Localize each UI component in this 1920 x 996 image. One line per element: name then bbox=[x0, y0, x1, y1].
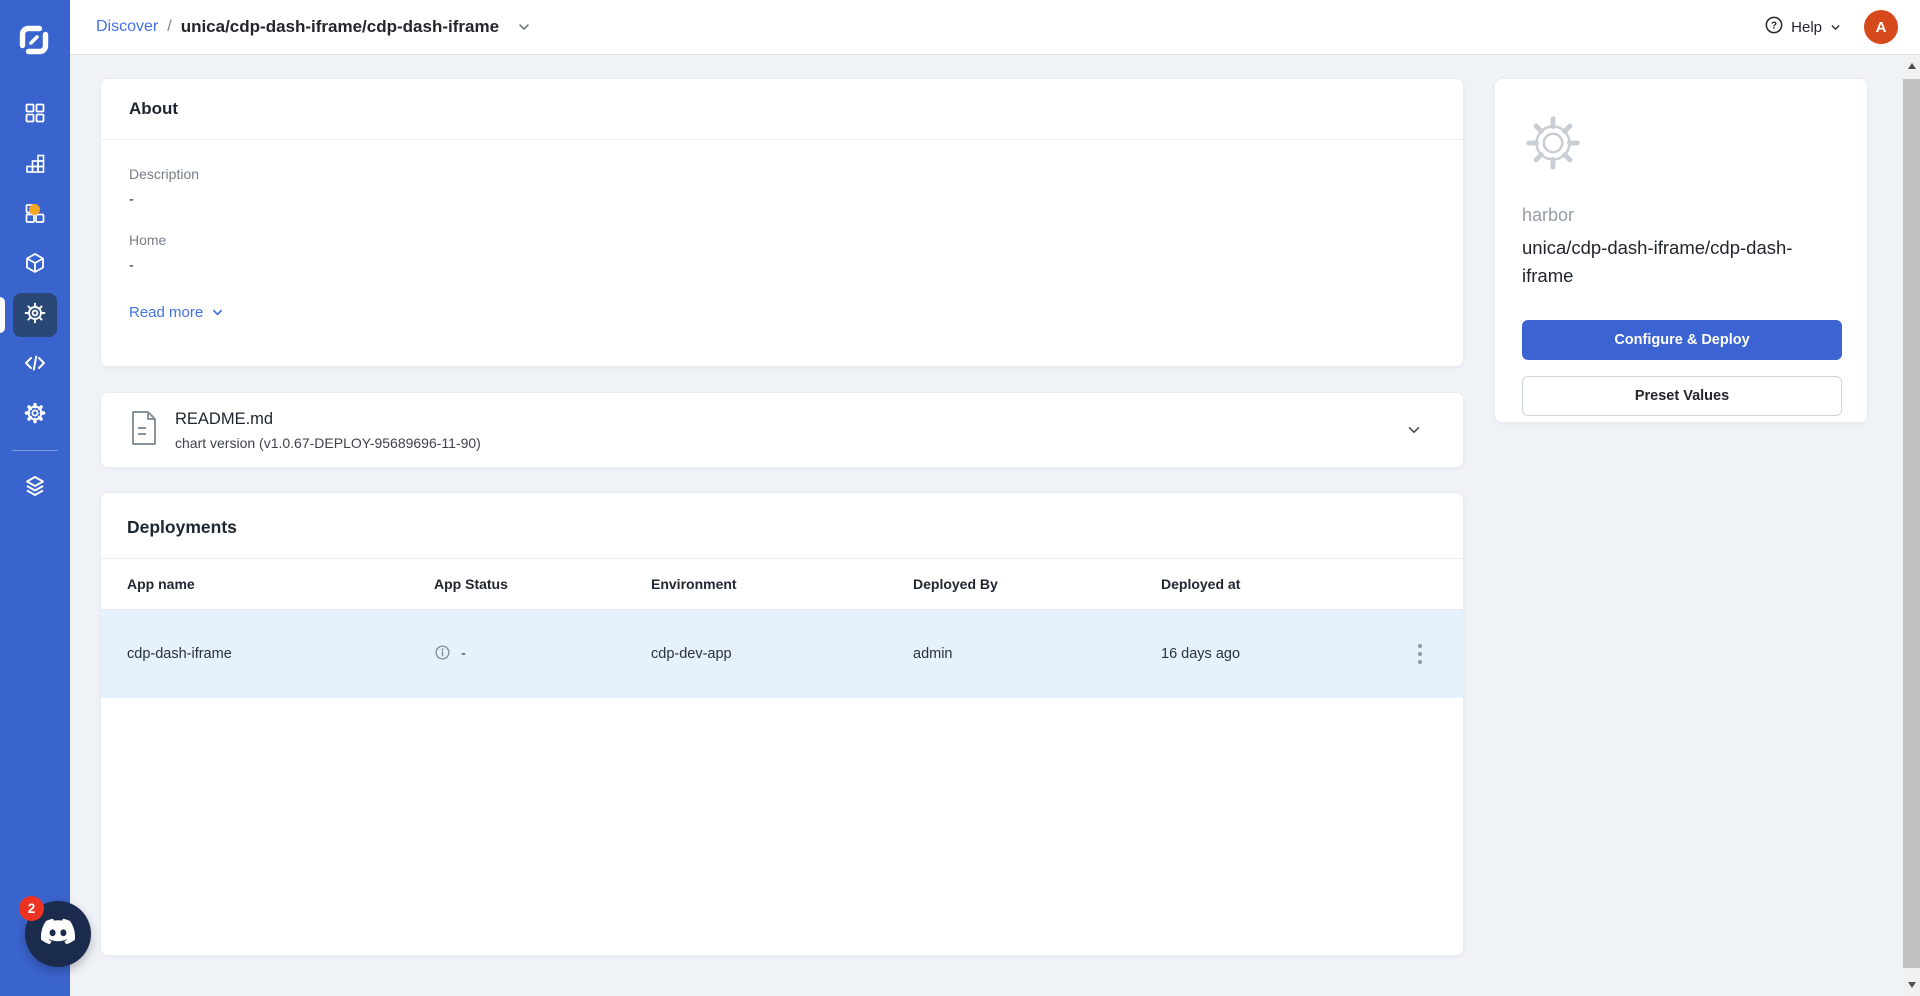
sidebar-item-app-store[interactable] bbox=[0, 190, 70, 240]
vertical-scrollbar bbox=[1903, 55, 1920, 996]
read-more-link[interactable]: Read more bbox=[129, 304, 225, 321]
row-app-status: - bbox=[461, 646, 466, 662]
chart-full-name: unica/cdp-dash-iframe/cdp-dash-iframe bbox=[1522, 234, 1840, 290]
sidebar-item-applications[interactable] bbox=[0, 90, 70, 140]
row-app-name: cdp-dash-iframe bbox=[127, 646, 434, 662]
readme-card[interactable]: README.md chart version (v1.0.67-DEPLOY-… bbox=[100, 392, 1464, 468]
scrollbar-up-button[interactable] bbox=[1903, 55, 1920, 77]
preset-values-button[interactable]: Preset Values bbox=[1522, 376, 1842, 416]
notification-dot bbox=[29, 204, 40, 215]
column-header-environment: Environment bbox=[651, 576, 913, 592]
breadcrumb: Discover / unica/cdp-dash-iframe/cdp-das… bbox=[96, 17, 532, 37]
table-row[interactable]: cdp-dash-iframe - cdp-dev-app admin 16 d… bbox=[101, 610, 1463, 698]
home-value: - bbox=[129, 258, 1435, 274]
sidebar-divider bbox=[12, 450, 58, 451]
sidebar-item-jobs[interactable] bbox=[0, 140, 70, 190]
row-actions-kebab-icon[interactable] bbox=[1410, 636, 1430, 672]
sidebar-item-chart-store[interactable] bbox=[0, 240, 70, 290]
chart-placeholder-gear-icon bbox=[1522, 112, 1840, 179]
sidebar-item-stack-manager[interactable] bbox=[0, 463, 70, 513]
top-header: Discover / unica/cdp-dash-iframe/cdp-das… bbox=[70, 0, 1920, 55]
document-icon bbox=[129, 409, 159, 452]
devtron-logo-icon[interactable] bbox=[18, 24, 50, 56]
chevron-down-icon bbox=[210, 305, 225, 320]
gear-icon bbox=[22, 400, 48, 431]
scrollbar-thumb[interactable] bbox=[1903, 79, 1920, 968]
column-header-deployed-at: Deployed at bbox=[1161, 576, 1377, 592]
help-label: Help bbox=[1791, 19, 1822, 36]
sidebar-item-helm-apps[interactable] bbox=[0, 290, 70, 340]
readme-expand-chevron-down-icon[interactable] bbox=[1405, 421, 1423, 439]
row-deployed-at: 16 days ago bbox=[1161, 646, 1377, 662]
home-label: Home bbox=[129, 232, 1435, 248]
about-card: About Description - Home - Read more bbox=[100, 78, 1464, 367]
sidebar-item-code[interactable] bbox=[0, 340, 70, 390]
description-value: - bbox=[129, 192, 1435, 208]
breadcrumb-separator: / bbox=[167, 18, 171, 36]
row-deployed-by: admin bbox=[913, 646, 1161, 662]
column-header-app-status: App Status bbox=[434, 576, 651, 592]
sidebar bbox=[0, 0, 70, 996]
scrollbar-down-button[interactable] bbox=[1903, 974, 1920, 996]
column-header-deployed-by: Deployed By bbox=[913, 576, 1161, 592]
help-chevron-down-icon bbox=[1829, 21, 1842, 34]
deployments-card: Deployments App name App Status Environm… bbox=[100, 492, 1464, 956]
cube-icon bbox=[23, 251, 47, 280]
main-content: About Description - Home - Read more REA… bbox=[70, 55, 1903, 996]
avatar[interactable]: A bbox=[1864, 10, 1898, 44]
description-label: Description bbox=[129, 166, 1435, 182]
chat-badge: 2 bbox=[19, 896, 44, 921]
column-header-app-name: App name bbox=[127, 576, 434, 592]
code-icon bbox=[22, 350, 48, 381]
info-circle-icon[interactable] bbox=[434, 644, 451, 665]
discord-icon bbox=[40, 918, 76, 951]
readme-chart-version: chart version (v1.0.67-DEPLOY-95689696-1… bbox=[175, 435, 481, 451]
sidebar-item-global-config[interactable] bbox=[0, 390, 70, 440]
chart-squares-icon bbox=[23, 151, 47, 180]
question-circle-icon: ? bbox=[1764, 15, 1784, 40]
layers-icon bbox=[22, 473, 48, 504]
about-title: About bbox=[129, 99, 1435, 119]
chat-widget-button[interactable]: 2 bbox=[25, 901, 91, 967]
configure-deploy-button[interactable]: Configure & Deploy bbox=[1522, 320, 1842, 360]
breadcrumb-discover-link[interactable]: Discover bbox=[96, 18, 158, 36]
avatar-initial: A bbox=[1876, 19, 1887, 36]
svg-text:?: ? bbox=[1771, 20, 1777, 31]
readme-filename: README.md bbox=[175, 410, 481, 429]
read-more-label: Read more bbox=[129, 304, 203, 321]
deployments-table-header: App name App Status Environment Deployed… bbox=[101, 559, 1463, 610]
deployments-title: Deployments bbox=[127, 517, 1437, 538]
help-menu[interactable]: ? Help bbox=[1764, 15, 1842, 40]
row-environment: cdp-dev-app bbox=[651, 646, 913, 662]
chart-selector-chevron-down-icon[interactable] bbox=[516, 19, 532, 35]
chart-repo-name: harbor bbox=[1522, 205, 1840, 226]
helm-wheel-icon bbox=[22, 300, 48, 331]
chart-details-panel: harbor unica/cdp-dash-iframe/cdp-dash-if… bbox=[1494, 78, 1868, 423]
page-title: unica/cdp-dash-iframe/cdp-dash-iframe bbox=[181, 17, 499, 37]
grid-icon bbox=[23, 101, 47, 130]
